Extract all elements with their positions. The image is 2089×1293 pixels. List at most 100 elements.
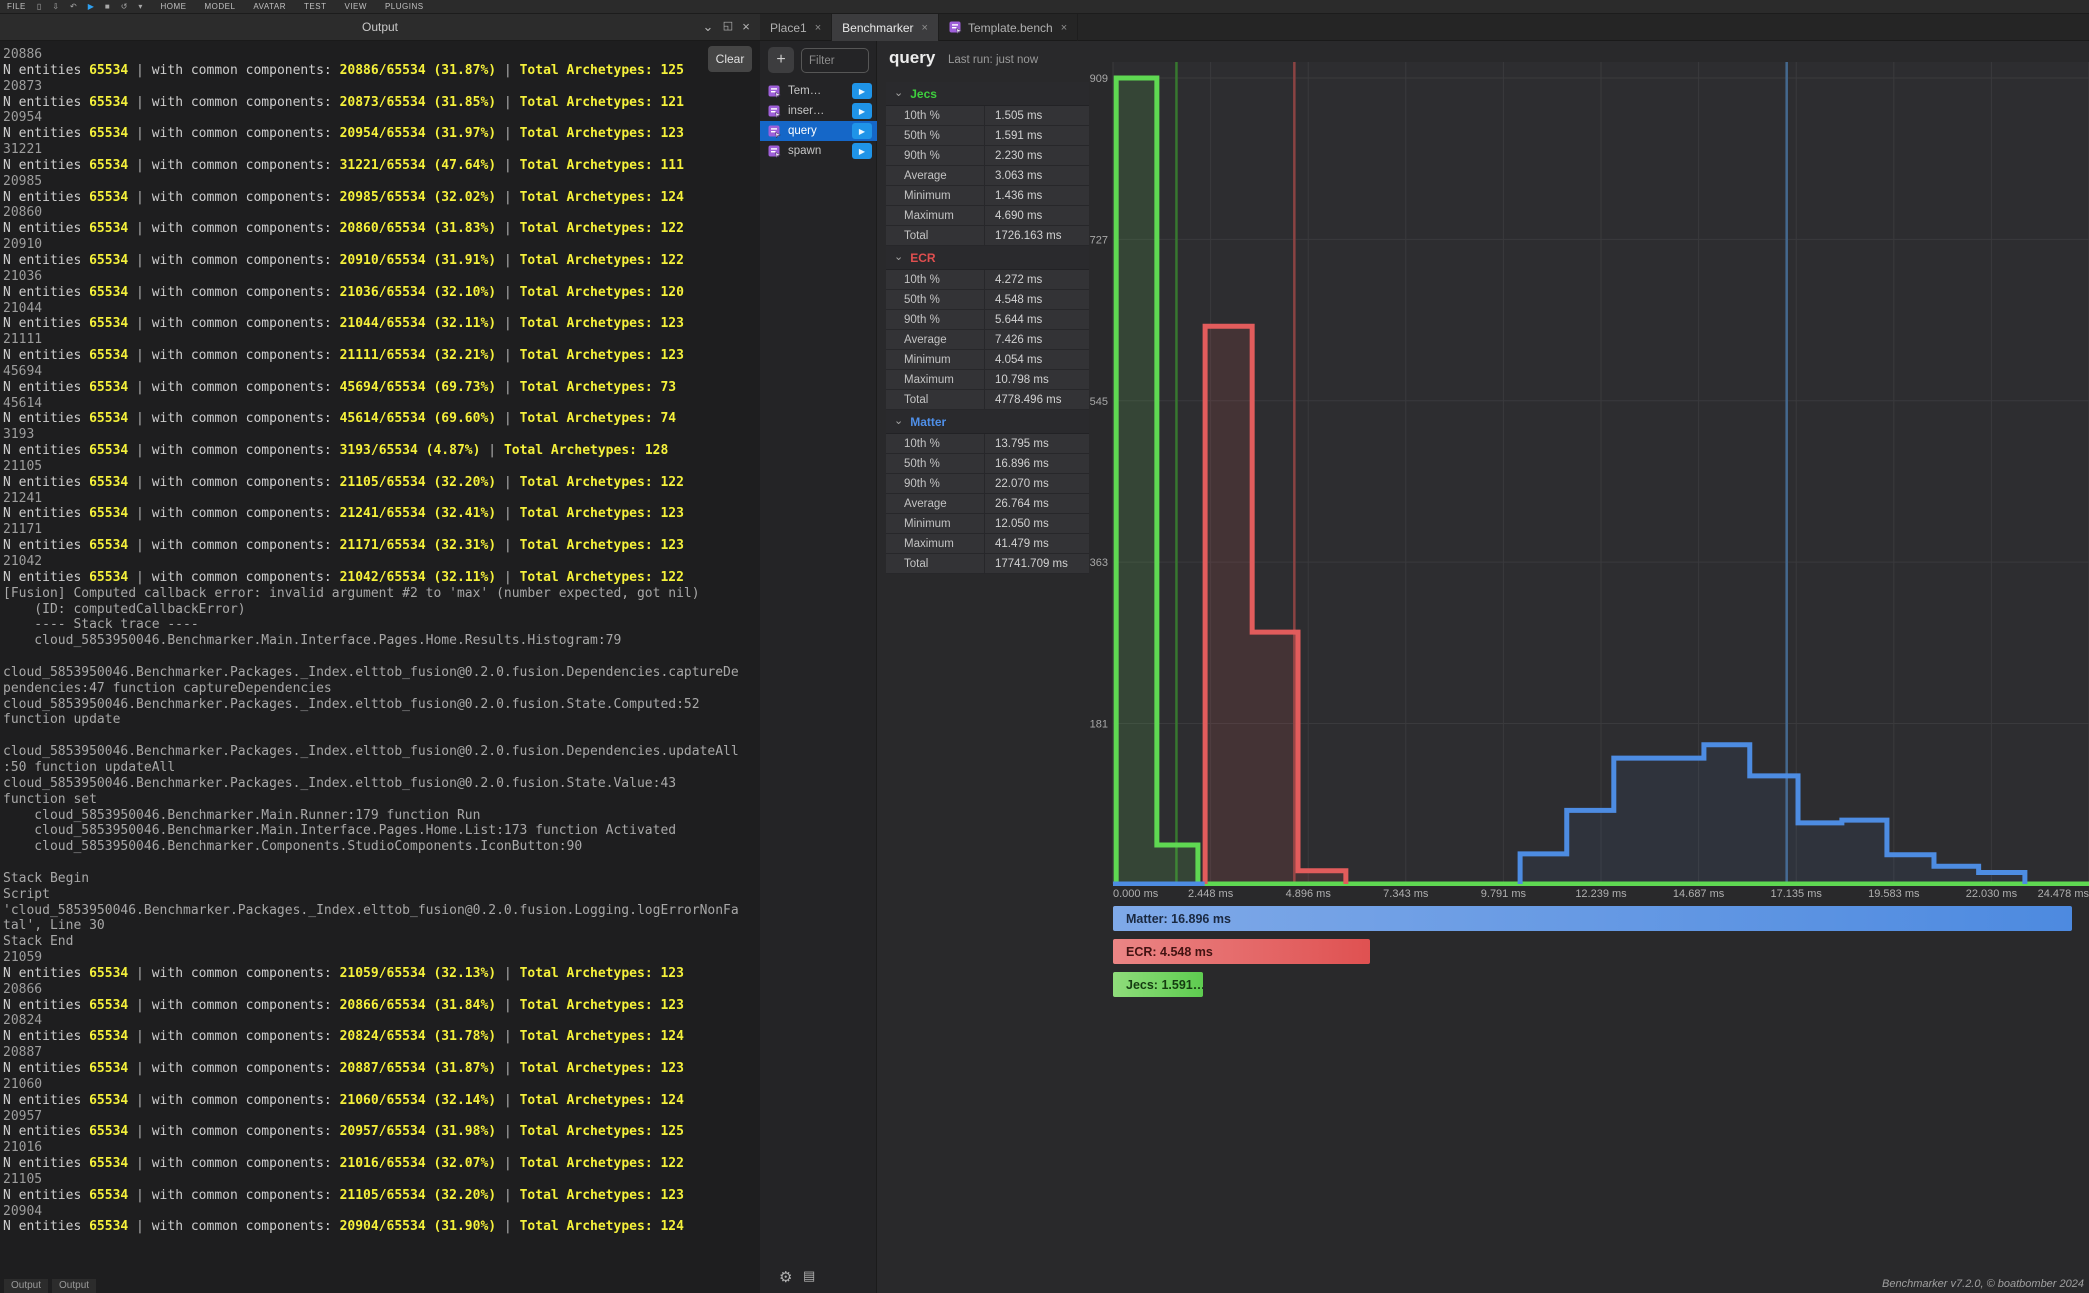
float-window-icon[interactable]: ◱ bbox=[720, 19, 736, 32]
ribbon-tab-avatar[interactable]: AVATAR bbox=[253, 2, 286, 11]
log-line-stats: N entities 65534 | with common component… bbox=[3, 1156, 760, 1172]
document-icon[interactable]: ▯ bbox=[37, 2, 41, 11]
stat-value: 4.548 ms bbox=[985, 290, 1089, 309]
toolbar-icons: ▯⇩↶▶■↺▾ bbox=[26, 2, 143, 11]
stat-value: 13.795 ms bbox=[985, 434, 1089, 453]
log-line-stats: N entities 65534 | with common component… bbox=[3, 998, 760, 1014]
log-line-count: 21016 bbox=[3, 1140, 760, 1156]
doc-tab-benchmarker[interactable]: Benchmarker× bbox=[832, 14, 939, 41]
legend-bar-jecs[interactable]: Jecs: 1.591… bbox=[1113, 972, 1203, 997]
stat-row: Maximum41.479 ms bbox=[886, 534, 1089, 554]
add-benchmark-button[interactable]: + bbox=[768, 47, 794, 73]
benchmark-item-query[interactable]: query▶ bbox=[760, 121, 877, 141]
document-tabbar: Place1×Benchmarker×Template.bench× bbox=[760, 14, 2089, 41]
legend-bar-ecr[interactable]: ECR: 4.548 ms bbox=[1113, 939, 1370, 964]
close-icon[interactable]: × bbox=[738, 19, 754, 34]
stats-section-header[interactable]: ⌄ECR bbox=[886, 246, 1089, 270]
run-benchmark-button[interactable]: ▶ bbox=[852, 123, 872, 139]
close-icon[interactable]: × bbox=[1061, 22, 1067, 34]
reset-icon[interactable]: ↺ bbox=[121, 2, 128, 11]
chevron-down-icon[interactable]: ⌄ bbox=[700, 19, 716, 35]
log-line-stats: N entities 65534 | with common component… bbox=[3, 1061, 760, 1077]
stat-label: 90th % bbox=[886, 310, 985, 329]
stat-label: Average bbox=[886, 330, 985, 349]
stat-label: Total bbox=[886, 554, 985, 573]
svg-text:181: 181 bbox=[1090, 719, 1108, 731]
log-line-count: 45614 bbox=[3, 396, 760, 412]
stats-section-name: Jecs bbox=[910, 87, 937, 101]
log-line-stats: N entities 65534 | with common component… bbox=[3, 126, 760, 142]
log-line-stats: N entities 65534 | with common component… bbox=[3, 221, 760, 237]
ribbon-tab-model[interactable]: MODEL bbox=[204, 2, 235, 11]
benchmark-item-Tem[interactable]: Tem…▶ bbox=[760, 81, 877, 101]
ribbon-tab-test[interactable]: TEST bbox=[304, 2, 326, 11]
log-line-count: 31221 bbox=[3, 142, 760, 158]
log-line: function set bbox=[3, 792, 760, 808]
run-benchmark-button[interactable]: ▶ bbox=[852, 103, 872, 119]
script-icon bbox=[768, 85, 781, 98]
stat-value: 12.050 ms bbox=[985, 514, 1089, 533]
clear-button[interactable]: Clear bbox=[708, 46, 752, 72]
run-benchmark-button[interactable]: ▶ bbox=[852, 83, 872, 99]
output-log[interactable]: 20886N entities 65534 | with common comp… bbox=[0, 41, 760, 1279]
ribbon-tab-plugins[interactable]: PLUGINS bbox=[385, 2, 424, 11]
gear-icon[interactable]: ⚙ bbox=[779, 1268, 792, 1286]
legend-bar-matter[interactable]: Matter: 16.896 ms bbox=[1113, 906, 2072, 931]
stat-label: 50th % bbox=[886, 126, 985, 145]
log-line: cloud_5853950046.Benchmarker.Components.… bbox=[3, 839, 760, 855]
stop-icon[interactable]: ■ bbox=[105, 2, 110, 11]
x-tick-label: 17.135 ms bbox=[1751, 888, 1841, 900]
log-line: ---- Stack trace ---- bbox=[3, 617, 760, 633]
filter-input[interactable] bbox=[801, 48, 869, 73]
stat-row: Average7.426 ms bbox=[886, 330, 1089, 350]
menu-file[interactable]: FILE bbox=[7, 2, 26, 11]
close-icon[interactable]: × bbox=[922, 22, 928, 34]
stat-value: 5.644 ms bbox=[985, 310, 1089, 329]
log-line: [Fusion] Computed callback error: invali… bbox=[3, 586, 760, 602]
output-dock-tab[interactable]: Output bbox=[4, 1279, 48, 1293]
log-line-count: 21036 bbox=[3, 269, 760, 285]
stat-value: 4.054 ms bbox=[985, 350, 1089, 369]
log-line: Script bbox=[3, 887, 760, 903]
legend-label: Jecs: 1.591… bbox=[1126, 978, 1203, 992]
doc-tab-template-bench[interactable]: Template.bench× bbox=[939, 14, 1078, 41]
log-line-count: 20954 bbox=[3, 110, 760, 126]
close-icon[interactable]: × bbox=[815, 22, 821, 34]
benchmark-item-spawn[interactable]: spawn▶ bbox=[760, 141, 877, 161]
stat-value: 4778.496 ms bbox=[985, 390, 1089, 409]
log-line-count: 20873 bbox=[3, 79, 760, 95]
stat-value: 3.063 ms bbox=[985, 166, 1089, 185]
output-bottom-tabs: Output Output bbox=[0, 1279, 96, 1293]
x-tick-label: 4.896 ms bbox=[1263, 888, 1353, 900]
log-line: cloud_5853950046.Benchmarker.Packages._I… bbox=[3, 665, 760, 681]
stats-section-header[interactable]: ⌄Matter bbox=[886, 410, 1089, 434]
log-line: cloud_5853950046.Benchmarker.Main.Interf… bbox=[3, 633, 760, 649]
stat-label: Maximum bbox=[886, 370, 985, 389]
stat-row: 50th %4.548 ms bbox=[886, 290, 1089, 310]
stat-value: 22.070 ms bbox=[985, 474, 1089, 493]
ribbon-tab-view[interactable]: VIEW bbox=[344, 2, 366, 11]
stat-value: 1.591 ms bbox=[985, 126, 1089, 145]
chevron-down-icon: ⌄ bbox=[894, 86, 903, 99]
log-line: 'cloud_5853950046.Benchmarker.Packages._… bbox=[3, 903, 760, 919]
output-dock-tab[interactable]: Output bbox=[52, 1279, 96, 1293]
play-icon[interactable]: ▶ bbox=[88, 2, 94, 11]
publish-icon[interactable]: ⇩ bbox=[52, 2, 59, 11]
stats-section-header[interactable]: ⌄ Jecs bbox=[886, 82, 1089, 106]
script-icon bbox=[768, 125, 781, 138]
log-line-count: 20985 bbox=[3, 174, 760, 190]
log-line-blank bbox=[3, 649, 760, 665]
svg-text:909: 909 bbox=[1090, 73, 1108, 85]
log-line: (ID: computedCallbackError) bbox=[3, 602, 760, 618]
log-line-count: 21060 bbox=[3, 1077, 760, 1093]
undo-icon[interactable]: ↶ bbox=[70, 2, 77, 11]
stat-value: 4.272 ms bbox=[985, 270, 1089, 289]
doc-tab-place1[interactable]: Place1× bbox=[760, 14, 832, 41]
stat-row: 90th %22.070 ms bbox=[886, 474, 1089, 494]
benchmark-item-inser[interactable]: inser…▶ bbox=[760, 101, 877, 121]
docs-icon[interactable]: ▤ bbox=[803, 1268, 815, 1284]
log-line-blank bbox=[3, 855, 760, 871]
ribbon-tab-home[interactable]: HOME bbox=[160, 2, 186, 11]
run-benchmark-button[interactable]: ▶ bbox=[852, 143, 872, 159]
menu-bar: FILE ▯⇩↶▶■↺▾ HOMEMODELAVATARTESTVIEWPLUG… bbox=[0, 0, 2089, 14]
